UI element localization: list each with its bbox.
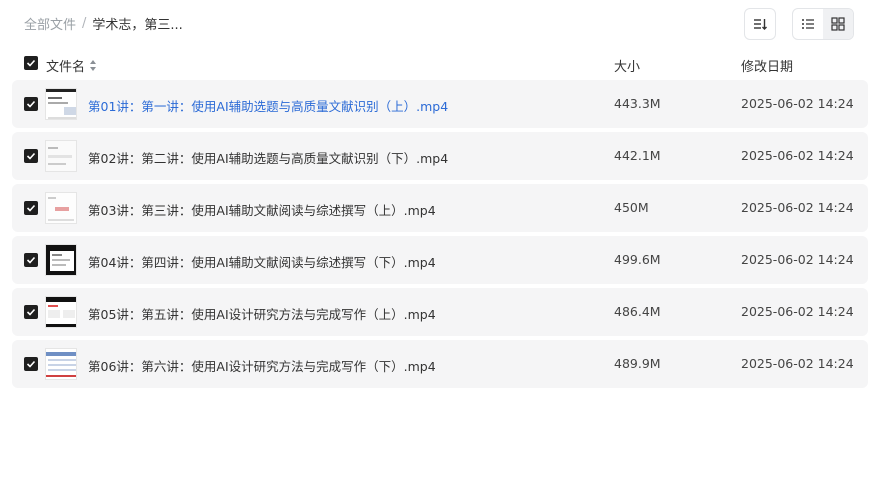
file-date: 2025-06-02 14:24	[741, 356, 854, 371]
file-size: 443.3M	[614, 96, 661, 111]
checkmark-icon	[26, 308, 36, 316]
breadcrumb-current: 学术志，第三...	[92, 18, 183, 33]
file-row[interactable]: 第01讲：第一讲：使用AI辅助选题与高质量文献识别（上）.mp4 443.3M …	[12, 80, 868, 128]
row-checkbox[interactable]	[24, 357, 38, 371]
checkmark-icon	[26, 256, 36, 264]
file-name[interactable]: 第06讲：第六讲：使用AI设计研究方法与完成写作（下）.mp4	[88, 356, 436, 375]
row-checkbox[interactable]	[24, 201, 38, 215]
file-size: 486.4M	[614, 304, 661, 319]
list-view-button[interactable]	[793, 9, 823, 39]
row-checkbox[interactable]	[24, 305, 38, 319]
file-name[interactable]: 第03讲：第三讲：使用AI辅助文献阅读与综述撰写（上）.mp4	[88, 200, 436, 219]
breadcrumb-separator: /	[82, 16, 87, 31]
column-header-name[interactable]: 文件名	[46, 56, 97, 75]
breadcrumb: 全部文件 / 学术志，第三...	[24, 14, 183, 33]
video-thumbnail[interactable]	[45, 88, 77, 120]
file-row[interactable]: 第02讲：第二讲：使用AI辅助选题与高质量文献识别（下）.mp4 442.1M …	[12, 132, 868, 180]
file-row[interactable]: 第05讲：第五讲：使用AI设计研究方法与完成写作（上）.mp4 486.4M 2…	[12, 288, 868, 336]
video-thumbnail[interactable]	[45, 296, 77, 328]
file-name[interactable]: 第02讲：第二讲：使用AI辅助选题与高质量文献识别（下）.mp4	[88, 148, 448, 167]
file-name[interactable]: 第04讲：第四讲：使用AI辅助文献阅读与综述撰写（下）.mp4	[88, 252, 436, 271]
file-name[interactable]: 第01讲：第一讲：使用AI辅助选题与高质量文献识别（上）.mp4	[88, 96, 448, 115]
video-thumbnail[interactable]	[45, 244, 77, 276]
column-header-size[interactable]: 大小	[614, 56, 640, 75]
file-size: 442.1M	[614, 148, 661, 163]
file-size: 489.9M	[614, 356, 661, 371]
top-bar: 全部文件 / 学术志，第三...	[0, 0, 878, 48]
file-list: 第01讲：第一讲：使用AI辅助选题与高质量文献识别（上）.mp4 443.3M …	[12, 80, 868, 392]
checkmark-icon	[26, 152, 36, 160]
row-checkbox[interactable]	[24, 149, 38, 163]
sort-lines-icon	[754, 19, 767, 30]
file-date: 2025-06-02 14:24	[741, 148, 854, 163]
file-date: 2025-06-02 14:24	[741, 304, 854, 319]
column-header-date[interactable]: 修改日期	[741, 56, 793, 75]
grid-view-button[interactable]	[823, 9, 853, 39]
view-toggle-group	[792, 8, 854, 40]
sort-arrows-icon[interactable]	[90, 60, 97, 71]
file-row[interactable]: 第03讲：第三讲：使用AI辅助文献阅读与综述撰写（上）.mp4 450M 202…	[12, 184, 868, 232]
select-all-checkbox[interactable]	[24, 56, 38, 70]
checkmark-icon	[26, 59, 36, 67]
file-date: 2025-06-02 14:24	[741, 252, 854, 267]
checkmark-icon	[26, 204, 36, 212]
row-checkbox[interactable]	[24, 253, 38, 267]
video-thumbnail[interactable]	[45, 348, 77, 380]
file-size: 450M	[614, 200, 649, 215]
file-size: 499.6M	[614, 252, 661, 267]
file-date: 2025-06-02 14:24	[741, 96, 854, 111]
checkmark-icon	[26, 100, 36, 108]
column-name-label: 文件名	[46, 60, 86, 75]
sort-button[interactable]	[744, 8, 776, 40]
file-name[interactable]: 第05讲：第五讲：使用AI设计研究方法与完成写作（上）.mp4	[88, 304, 436, 323]
file-row[interactable]: 第04讲：第四讲：使用AI辅助文献阅读与综述撰写（下）.mp4 499.6M 2…	[12, 236, 868, 284]
file-date: 2025-06-02 14:24	[741, 200, 854, 215]
grid-view-icon	[831, 17, 845, 31]
checkmark-icon	[26, 360, 36, 368]
row-checkbox[interactable]	[24, 97, 38, 111]
list-view-icon	[802, 19, 814, 29]
table-header: 文件名 大小 修改日期	[0, 48, 878, 80]
breadcrumb-root[interactable]: 全部文件	[24, 14, 76, 33]
file-row[interactable]: 第06讲：第六讲：使用AI设计研究方法与完成写作（下）.mp4 489.9M 2…	[12, 340, 868, 388]
video-thumbnail[interactable]	[45, 192, 77, 224]
video-thumbnail[interactable]	[45, 140, 77, 172]
